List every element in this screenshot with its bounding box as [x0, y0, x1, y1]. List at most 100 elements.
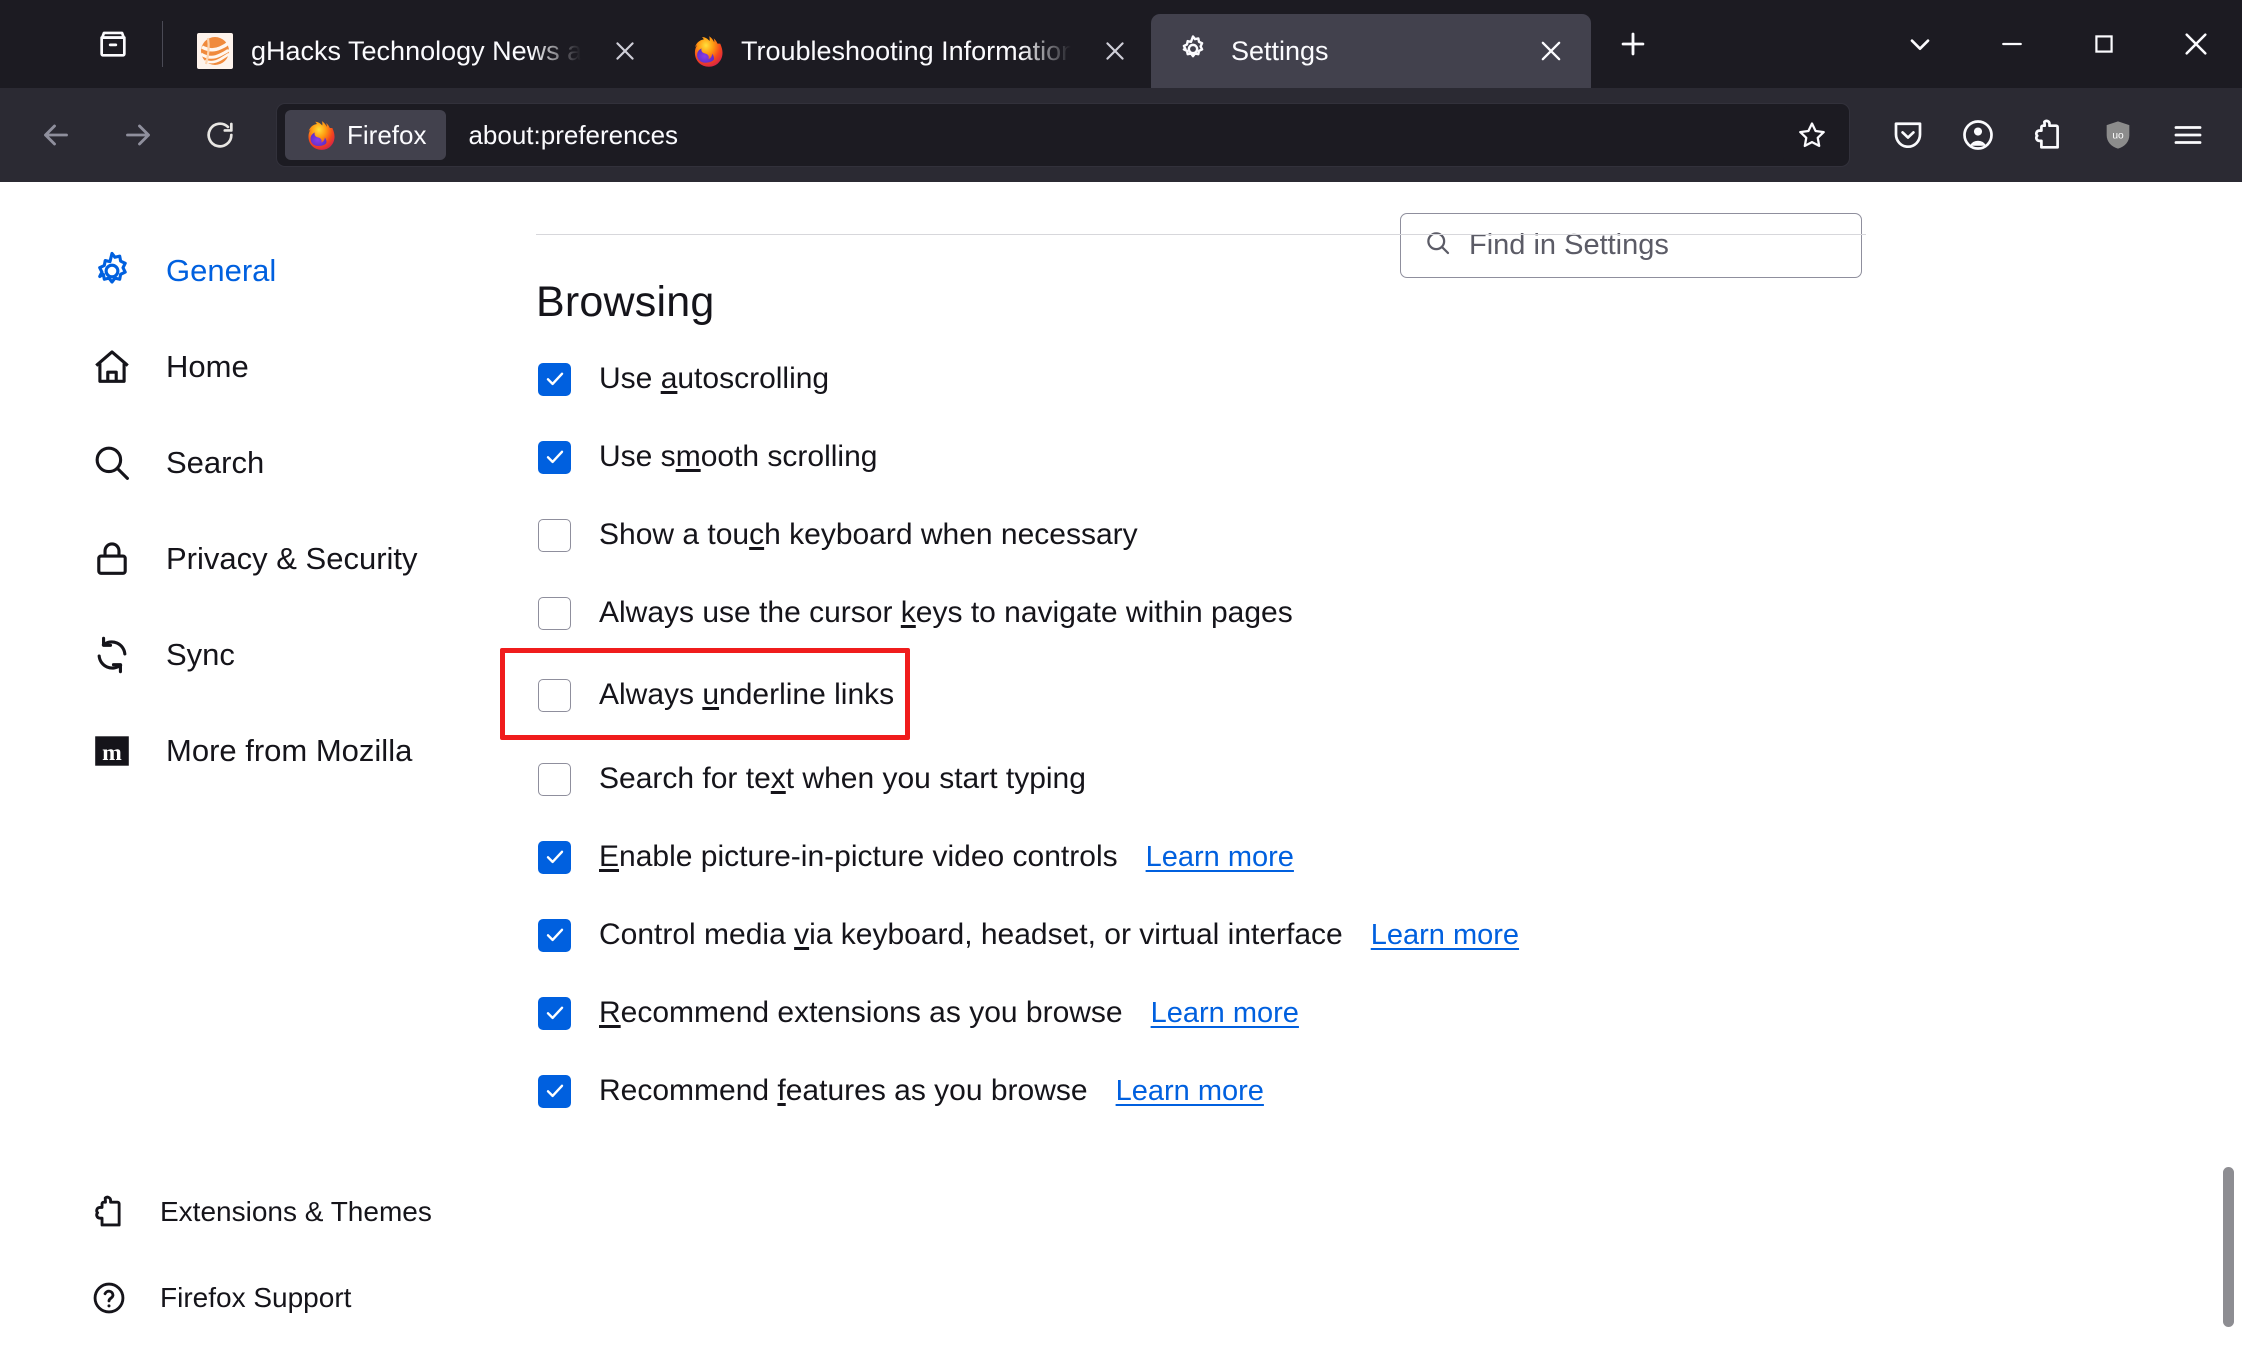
minimize-icon[interactable]: [1966, 0, 2058, 88]
toolbar-right-buttons: uo: [1870, 103, 2242, 167]
option-control-media-via-keyboard[interactable]: Control media via keyboard, headset, or …: [536, 909, 1866, 961]
tab-title: gHacks Technology News and A: [251, 35, 581, 66]
checkbox[interactable]: [538, 678, 571, 712]
hamburger-menu-icon[interactable]: [2156, 103, 2220, 167]
identity-label: Firefox: [347, 119, 427, 150]
vertical-scrollbar-thumb[interactable]: [2223, 1167, 2234, 1327]
sidebar-item-label: Extensions & Themes: [160, 1196, 432, 1227]
option-label: Always use the cursor keys to navigate w…: [599, 596, 1293, 629]
mozilla-m-icon: m: [90, 729, 134, 773]
sidebar-item-label: Search: [166, 445, 265, 480]
checkbox[interactable]: [538, 996, 571, 1030]
sidebar-item-label: Sync: [166, 637, 235, 672]
option-cursor-keys-navigate[interactable]: Always use the cursor keys to navigate w…: [536, 587, 1866, 639]
option-always-underline-links[interactable]: Always underline links: [500, 648, 1866, 740]
section-title: Browsing: [536, 278, 715, 326]
bookmark-star-icon[interactable]: [1783, 106, 1841, 164]
new-tab-button[interactable]: [1605, 16, 1661, 72]
option-show-touch-keyboard[interactable]: Show a touch keyboard when necessary: [536, 509, 1866, 561]
option-label: Enable picture-in-picture video controls: [599, 840, 1118, 873]
back-button[interactable]: [24, 103, 88, 167]
pocket-icon[interactable]: [1876, 103, 1940, 167]
close-icon[interactable]: [1529, 29, 1573, 73]
forward-button[interactable]: [106, 103, 170, 167]
firefox-icon: [301, 118, 335, 152]
firefox-icon: [687, 33, 723, 69]
sidebar-bottom-links: Extensions & Themes Firefox Support: [0, 1182, 500, 1354]
window-controls: [1874, 0, 2242, 88]
checkbox[interactable]: [538, 918, 571, 952]
sidebar-item-general[interactable]: General: [0, 241, 500, 301]
option-label: Search for text when you start typing: [599, 762, 1086, 795]
tab-title: Settings: [1231, 35, 1329, 66]
url-text[interactable]: about:preferences: [468, 120, 1783, 151]
settings-page: Find in Settings General Home Search Pri…: [0, 182, 2242, 1327]
sync-icon: [90, 633, 134, 677]
extensions-icon[interactable]: [2016, 103, 2080, 167]
help-circle-icon: [90, 1279, 128, 1317]
close-icon[interactable]: [2150, 0, 2242, 88]
tab-strip: gHacks Technology News and A: [0, 0, 2242, 88]
option-search-for-text-when-typing[interactable]: Search for text when you start typing: [536, 753, 1866, 805]
sidebar-item-privacy-security[interactable]: Privacy & Security: [0, 529, 500, 589]
checkbox[interactable]: [538, 762, 571, 796]
option-use-autoscrolling[interactable]: Use autoscrolling: [536, 353, 1866, 405]
learn-more-link[interactable]: Learn more: [1371, 919, 1519, 952]
checkbox[interactable]: [538, 596, 571, 630]
url-bar[interactable]: Firefox about:preferences: [276, 103, 1850, 167]
option-label: Always underline links: [599, 678, 895, 711]
sidebar-item-label: Firefox Support: [160, 1282, 352, 1313]
option-label: Use smooth scrolling: [599, 440, 878, 473]
identity-chip[interactable]: Firefox: [285, 110, 447, 160]
svg-text:uo: uo: [2112, 131, 2124, 142]
option-label: Use autoscrolling: [599, 362, 830, 395]
option-label: Control media via keyboard, headset, or …: [599, 918, 1343, 951]
chevron-down-icon[interactable]: [1874, 0, 1966, 88]
checkbox[interactable]: [538, 362, 571, 396]
sidebar-item-sync[interactable]: Sync: [0, 625, 500, 685]
option-use-smooth-scrolling[interactable]: Use smooth scrolling: [536, 431, 1866, 483]
sidebar-item-extensions-themes[interactable]: Extensions & Themes: [0, 1182, 500, 1242]
learn-more-link[interactable]: Learn more: [1146, 841, 1294, 874]
option-label: Show a touch keyboard when necessary: [599, 518, 1138, 551]
option-label: Recommend extensions as you browse: [599, 996, 1123, 1029]
learn-more-link[interactable]: Learn more: [1151, 997, 1299, 1030]
top-divider: [536, 234, 1866, 235]
learn-more-link[interactable]: Learn more: [1116, 1075, 1264, 1108]
sidebar-item-label: More from Mozilla: [166, 733, 413, 768]
sidebar-item-search[interactable]: Search: [0, 433, 500, 493]
settings-main-pane: Browsing Use autoscrolling Use smooth sc…: [500, 182, 1866, 1117]
sidebar-item-label: Privacy & Security: [166, 541, 418, 576]
checkbox[interactable]: [538, 1074, 571, 1108]
firefox-view-button[interactable]: [82, 13, 144, 75]
account-icon[interactable]: [1946, 103, 2010, 167]
svg-text:m: m: [102, 740, 122, 766]
option-picture-in-picture[interactable]: Enable picture-in-picture video controls…: [536, 831, 1866, 883]
navigation-toolbar: Firefox about:preferences uo: [0, 88, 2242, 182]
search-icon: [90, 441, 134, 485]
tab-troubleshooting-information[interactable]: Troubleshooting Information: [661, 14, 1151, 88]
sidebar-item-more-from-mozilla[interactable]: m More from Mozilla: [0, 721, 500, 781]
tab-separator: [162, 21, 163, 67]
maximize-icon[interactable]: [2058, 0, 2150, 88]
option-recommend-extensions[interactable]: Recommend extensions as you browse Learn…: [536, 987, 1866, 1039]
sidebar-item-label: General: [166, 253, 277, 288]
checkbox[interactable]: [538, 840, 571, 874]
sidebar-item-home[interactable]: Home: [0, 337, 500, 397]
close-icon[interactable]: [603, 29, 647, 73]
checkbox[interactable]: [538, 440, 571, 474]
tab-settings[interactable]: Settings: [1151, 14, 1591, 88]
tab-title: Troubleshooting Information: [741, 35, 1071, 66]
settings-sidebar: General Home Search Privacy & Security S…: [0, 182, 500, 1314]
sidebar-item-firefox-support[interactable]: Firefox Support: [0, 1268, 500, 1328]
ublock-origin-icon[interactable]: uo: [2086, 103, 2150, 167]
option-label: Recommend features as you browse: [599, 1074, 1088, 1107]
close-icon[interactable]: [1093, 29, 1137, 73]
option-recommend-features[interactable]: Recommend features as you browse Learn m…: [536, 1065, 1866, 1117]
gear-icon: [1177, 33, 1213, 69]
home-icon: [90, 345, 134, 389]
checkbox[interactable]: [538, 518, 571, 552]
extensions-icon: [90, 1193, 128, 1231]
tab-ghacks[interactable]: gHacks Technology News and A: [171, 14, 661, 88]
reload-button[interactable]: [188, 103, 252, 167]
